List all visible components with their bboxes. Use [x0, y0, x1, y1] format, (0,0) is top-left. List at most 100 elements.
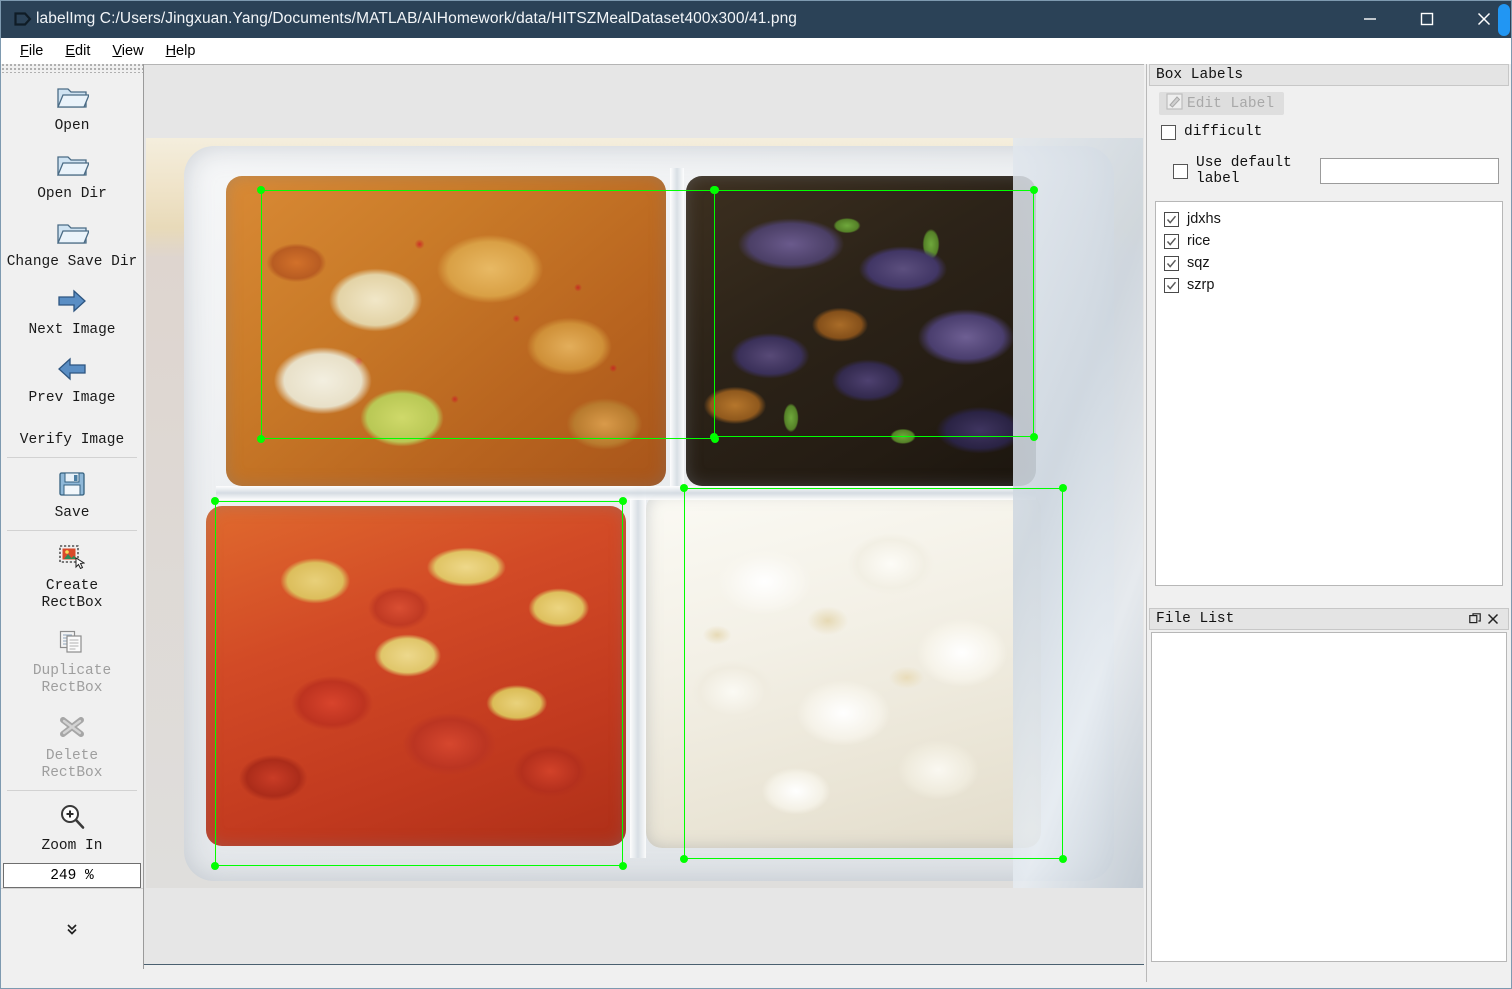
edit-label-button-text: Edit Label — [1187, 95, 1275, 112]
bbox-vertex-bottom-left[interactable] — [679, 855, 688, 864]
toolbar-next-image[interactable]: Next Image — [1, 277, 143, 345]
file-list-panel: File List — [1149, 608, 1509, 964]
menu-help[interactable]: Help — [155, 41, 207, 61]
toolbar-create-rectbox[interactable]: Create RectBox — [1, 533, 143, 618]
open-folder-icon — [55, 149, 89, 181]
file-list-title: File List — [1156, 611, 1235, 627]
toolbar-duplicate-rectbox-label: Duplicate RectBox — [32, 663, 112, 696]
toolbar-change-save-dir[interactable]: Change Save Dir — [1, 209, 143, 277]
edit-pencil-icon — [1166, 92, 1183, 115]
chevron-double-down-icon — [65, 922, 79, 936]
toolbar-prev-image-label: Prev Image — [28, 390, 116, 406]
label-name: jdxhs — [1187, 211, 1221, 227]
main-body: Open Open Dir Change Save Dir Next Image… — [0, 64, 1512, 989]
toolbar-overflow-button[interactable] — [1, 888, 143, 969]
label-checkbox[interactable] — [1164, 233, 1179, 249]
toolbar-save-label: Save — [54, 505, 90, 521]
box-labels-body: Edit Label difficult Use default label j… — [1149, 86, 1509, 586]
menu-bar: FFileile Edit View Help — [0, 38, 1512, 64]
bbox-vertex-top-right[interactable] — [619, 496, 628, 505]
create-rectbox-icon — [59, 541, 85, 573]
difficult-checkbox-label: difficult — [1184, 124, 1263, 140]
bbox-vertex-top-left[interactable] — [679, 483, 688, 492]
edit-label-button[interactable]: Edit Label — [1159, 92, 1284, 115]
zoom-in-icon — [58, 801, 86, 833]
box-labels-panel: Box Labels Edit Label difficult Use defa… — [1149, 64, 1509, 586]
bbox-vertex-bottom-left[interactable] — [210, 862, 219, 871]
arrow-right-icon — [56, 285, 88, 317]
tray-divider-vertical-bottom — [630, 486, 646, 858]
file-list-body[interactable] — [1151, 632, 1507, 962]
zoom-level-value: 249 % — [50, 867, 94, 884]
floppy-save-icon — [58, 468, 86, 500]
list-item[interactable]: sqz — [1160, 252, 1498, 274]
box-labels-title: Box Labels — [1156, 67, 1244, 83]
file-list-title-bar: File List — [1149, 608, 1509, 630]
bbox-vertex-top-left[interactable] — [210, 496, 219, 505]
bbox-vertex-top-right[interactable] — [1059, 483, 1068, 492]
toolbar-duplicate-rectbox[interactable]: Duplicate RectBox — [1, 618, 143, 703]
delete-rectbox-icon — [57, 711, 87, 743]
maximize-button[interactable] — [1398, 0, 1455, 38]
toolbar-change-save-dir-label: Change Save Dir — [6, 254, 138, 270]
window-scrollbar-thumb[interactable] — [1498, 4, 1510, 36]
label-checkbox[interactable] — [1164, 211, 1179, 227]
bounding-box-rice[interactable] — [679, 483, 1068, 864]
label-name: szrp — [1187, 277, 1215, 293]
toolbar-next-image-label: Next Image — [28, 322, 116, 338]
canvas-scroll-region[interactable] — [145, 65, 1143, 964]
bounding-box-sqz[interactable] — [210, 496, 628, 871]
toolbar-verify-image-label: Verify Image — [19, 432, 125, 448]
toolbar-delete-rectbox[interactable]: Delete RectBox — [1, 703, 143, 788]
status-strip — [0, 982, 1512, 989]
menu-view[interactable]: View — [101, 41, 154, 61]
bbox-vertex-top-left[interactable] — [709, 185, 718, 194]
toolbar-open[interactable]: Open — [1, 73, 143, 141]
close-panel-icon[interactable] — [1484, 610, 1502, 628]
open-folder-icon — [55, 81, 89, 113]
annotated-image[interactable] — [146, 138, 1143, 888]
left-toolbar: Open Open Dir Change Save Dir Next Image… — [1, 64, 144, 969]
list-item[interactable]: szrp — [1160, 274, 1498, 296]
label-checkbox[interactable] — [1164, 255, 1179, 271]
default-label-input[interactable] — [1320, 158, 1499, 184]
list-item[interactable]: rice — [1160, 230, 1498, 252]
label-name: sqz — [1187, 255, 1210, 271]
bbox-vertex-top-left[interactable] — [256, 185, 265, 194]
label-checkbox[interactable] — [1164, 277, 1179, 293]
minimize-button[interactable] — [1341, 0, 1398, 38]
difficult-checkbox[interactable] — [1161, 124, 1176, 140]
menu-file[interactable]: FFileile — [9, 41, 54, 61]
bounding-box-jdxhs[interactable] — [256, 185, 720, 444]
toolbar-divider — [7, 790, 137, 791]
image-canvas-area[interactable] — [144, 64, 1144, 965]
use-default-label-checkbox[interactable] — [1173, 163, 1188, 179]
toolbar-zoom-in-label: Zoom In — [41, 838, 103, 854]
toolbar-divider — [7, 457, 137, 458]
toolbar-open-dir[interactable]: Open Dir — [1, 141, 143, 209]
toolbar-open-dir-label: Open Dir — [37, 186, 107, 202]
label-list[interactable]: jdxhs rice sqz szrp — [1155, 201, 1503, 586]
tag-icon — [10, 11, 36, 27]
toolbar-open-label: Open — [54, 118, 90, 134]
toolbar-save[interactable]: Save — [1, 460, 143, 528]
float-panel-icon[interactable] — [1466, 610, 1484, 628]
bounding-box-szrp[interactable] — [709, 185, 1039, 442]
toolbar-verify-image[interactable]: Verify Image — [1, 413, 143, 455]
open-folder-icon — [55, 217, 89, 249]
zoom-level-spinbox[interactable]: 249 % — [3, 863, 141, 888]
duplicate-rectbox-icon — [59, 626, 85, 658]
bbox-vertex-top-right[interactable] — [1030, 185, 1039, 194]
toolbar-drag-handle[interactable] — [1, 64, 143, 73]
bbox-vertex-bottom-left[interactable] — [709, 433, 718, 442]
window-controls — [1341, 0, 1512, 38]
list-item[interactable]: jdxhs — [1160, 208, 1498, 230]
bbox-vertex-bottom-left[interactable] — [256, 435, 265, 444]
toolbar-prev-image[interactable]: Prev Image — [1, 345, 143, 413]
use-default-label-label: Use default label — [1196, 155, 1292, 187]
right-dock: Box Labels Edit Label difficult Use defa… — [1146, 64, 1510, 989]
difficult-checkbox-row[interactable]: difficult — [1161, 124, 1505, 140]
toolbar-zoom-in[interactable]: Zoom In — [1, 793, 143, 861]
menu-edit[interactable]: Edit — [54, 41, 101, 61]
toolbar-divider — [7, 530, 137, 531]
